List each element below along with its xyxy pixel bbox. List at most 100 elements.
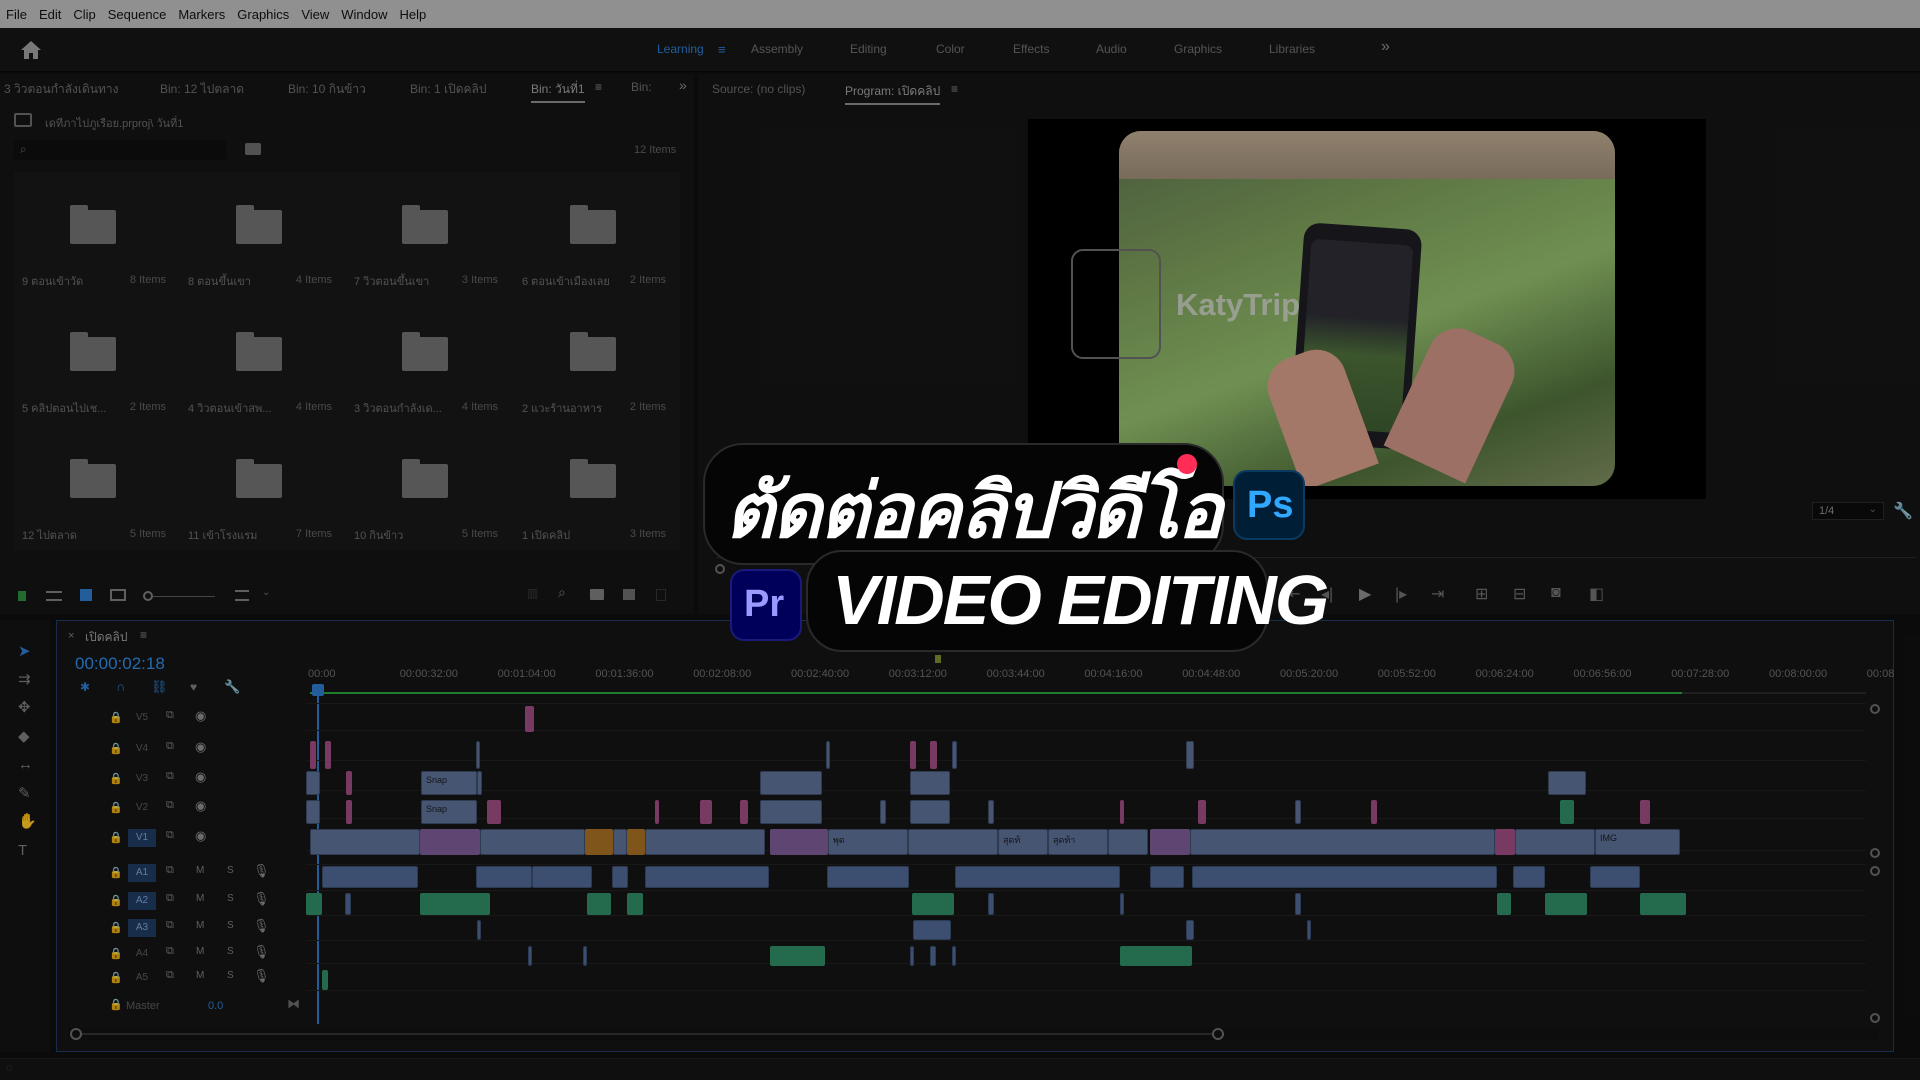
timeline-clip[interactable]	[487, 800, 501, 824]
linked-selection-icon[interactable]: ⛓	[151, 679, 168, 695]
track-target-v3[interactable]: V3	[128, 770, 156, 788]
workspace-overflow-button[interactable]: »	[1381, 38, 1390, 56]
timeline-clip[interactable]	[532, 866, 592, 888]
timeline-clip[interactable]	[930, 946, 936, 966]
toggle-sync-lock-icon[interactable]: ⧉	[166, 969, 174, 982]
timeline-clip[interactable]	[1120, 800, 1124, 824]
nest-icon[interactable]: ✱	[80, 680, 90, 694]
sort-chevron-icon[interactable]: ⌄	[262, 587, 270, 598]
timeline-clip[interactable]	[1545, 893, 1587, 915]
sequence-tab-menu-icon[interactable]: ≡	[140, 628, 147, 642]
timeline-clip[interactable]	[1560, 800, 1574, 824]
timeline-clip[interactable]	[912, 893, 954, 915]
timeline-clip[interactable]	[322, 866, 418, 888]
folder-item[interactable]: 1 เปิดคลิป 3 Items	[514, 426, 674, 546]
timeline-clip[interactable]	[908, 829, 998, 855]
timeline-timecode[interactable]: 00:00:02:18	[75, 654, 165, 674]
tab-bin-day1[interactable]: Bin: วันที่1	[531, 80, 585, 103]
timeline-clip[interactable]	[613, 829, 627, 855]
timeline-clip[interactable]	[1371, 800, 1377, 824]
selection-tool-icon[interactable]: ➤	[18, 642, 36, 660]
folder-item[interactable]: 8 ตอนขึ้นเขา 4 Items	[180, 172, 340, 292]
workspace-libraries[interactable]: Libraries	[1269, 42, 1315, 56]
bin-tab-menu-icon[interactable]: ≡	[595, 80, 602, 94]
go-to-out-icon[interactable]: ⇥	[1431, 584, 1444, 604]
toggle-sync-lock-icon[interactable]: ⧉	[166, 709, 174, 722]
trash-icon[interactable]	[656, 589, 666, 601]
folder-item[interactable]: 11 เข้าโรงแรม 7 Items	[180, 426, 340, 546]
timeline-clip[interactable]	[1120, 946, 1192, 966]
lock-icon[interactable]: 🔒	[109, 801, 123, 814]
type-tool-icon[interactable]: T	[18, 842, 36, 860]
timeline-clip[interactable]	[910, 800, 950, 824]
toggle-sync-lock-icon[interactable]: ⧉	[166, 864, 174, 877]
microphone-icon[interactable]: 🎙	[253, 944, 270, 960]
timeline-clip[interactable]	[325, 741, 331, 769]
timeline-clip[interactable]	[645, 829, 765, 855]
folder-item[interactable]: 12 ไปตลาด 5 Items	[14, 426, 174, 546]
timeline-clip[interactable]	[1150, 866, 1184, 888]
lock-icon[interactable]: 🔒	[109, 772, 123, 785]
timeline-clip[interactable]	[1190, 829, 1495, 855]
mute-button[interactable]: M	[196, 865, 204, 876]
menu-help[interactable]: Help	[400, 7, 427, 22]
folder-item[interactable]: 5 คลิปตอนไปเช... 2 Items	[14, 299, 174, 419]
timeline-clip[interactable]	[988, 893, 994, 915]
eye-icon[interactable]: ◉	[195, 739, 206, 755]
audio-vscroll-top[interactable]	[1870, 866, 1880, 876]
workspace-menu-icon[interactable]: ≡	[718, 42, 726, 57]
freeform-view-icon[interactable]	[110, 589, 126, 601]
menu-edit[interactable]: Edit	[39, 7, 61, 22]
timeline-clip[interactable]	[1186, 741, 1194, 769]
lock-icon[interactable]: 🔒	[109, 894, 123, 907]
timeline-clip[interactable]: พุด	[828, 829, 908, 855]
timeline-clip[interactable]	[346, 771, 352, 795]
mute-button[interactable]: M	[196, 893, 204, 904]
menu-view[interactable]: View	[301, 7, 329, 22]
lock-icon[interactable]: 🔒	[109, 711, 123, 724]
sequence-tab[interactable]: เปิดคลิป	[85, 628, 128, 647]
timeline-settings-wrench-icon[interactable]: 🔧	[224, 679, 240, 695]
solo-button[interactable]: S	[227, 970, 234, 981]
timeline-clip[interactable]	[583, 946, 587, 966]
timeline-clip[interactable]	[528, 946, 532, 966]
timeline-clip[interactable]	[770, 829, 828, 855]
tab-source-monitor[interactable]: Source: (no clips)	[712, 82, 805, 96]
timeline-clip[interactable]	[525, 706, 534, 732]
timeline-clip[interactable]	[1548, 771, 1586, 795]
timeline-clip[interactable]: สุดท้า	[1048, 829, 1108, 855]
lock-icon[interactable]: 🔒	[109, 998, 123, 1011]
timeline-clip[interactable]	[930, 741, 937, 769]
playhead-knob[interactable]	[715, 564, 725, 574]
toggle-sync-lock-icon[interactable]: ⧉	[166, 892, 174, 905]
timeline-clip[interactable]	[1497, 893, 1511, 915]
timeline-clip[interactable]	[952, 946, 956, 966]
tab-bin-10[interactable]: Bin: 10 กินข้าว	[288, 80, 366, 99]
lock-icon[interactable]: 🔒	[109, 971, 123, 984]
menu-window[interactable]: Window	[341, 7, 387, 22]
workspace-effects[interactable]: Effects	[1013, 42, 1049, 56]
track-target-v4[interactable]: V4	[128, 740, 156, 758]
timeline-clip[interactable]	[1150, 829, 1190, 855]
timeline-clip[interactable]	[1186, 920, 1194, 940]
solo-button[interactable]: S	[227, 865, 234, 876]
lock-icon[interactable]: 🔒	[109, 742, 123, 755]
timeline-clip[interactable]	[700, 800, 712, 824]
tab-bin-more[interactable]: Bin:	[631, 80, 652, 94]
folder-item[interactable]: 10 กินข้าว 5 Items	[346, 426, 506, 546]
scroll-thumb[interactable]	[82, 1033, 1212, 1035]
microphone-icon[interactable]: 🎙	[253, 863, 270, 879]
program-tab-menu-icon[interactable]: ≡	[951, 82, 958, 96]
toggle-sync-lock-icon[interactable]: ⧉	[166, 945, 174, 958]
menu-markers[interactable]: Markers	[178, 7, 225, 22]
timeline-clip[interactable]	[1640, 893, 1686, 915]
horizontal-scrollbar[interactable]	[68, 1028, 1878, 1040]
lock-icon[interactable]: 🔒	[109, 831, 123, 844]
timeline-clip[interactable]	[310, 741, 316, 769]
timeline-clip[interactable]: สุดท้	[998, 829, 1048, 855]
track-target-v1[interactable]: V1	[128, 829, 156, 847]
timeline-clip[interactable]	[955, 866, 1120, 888]
timeline-clip[interactable]	[770, 946, 825, 966]
track-target-a3[interactable]: A3	[128, 919, 156, 937]
workspace-graphics[interactable]: Graphics	[1174, 42, 1222, 56]
